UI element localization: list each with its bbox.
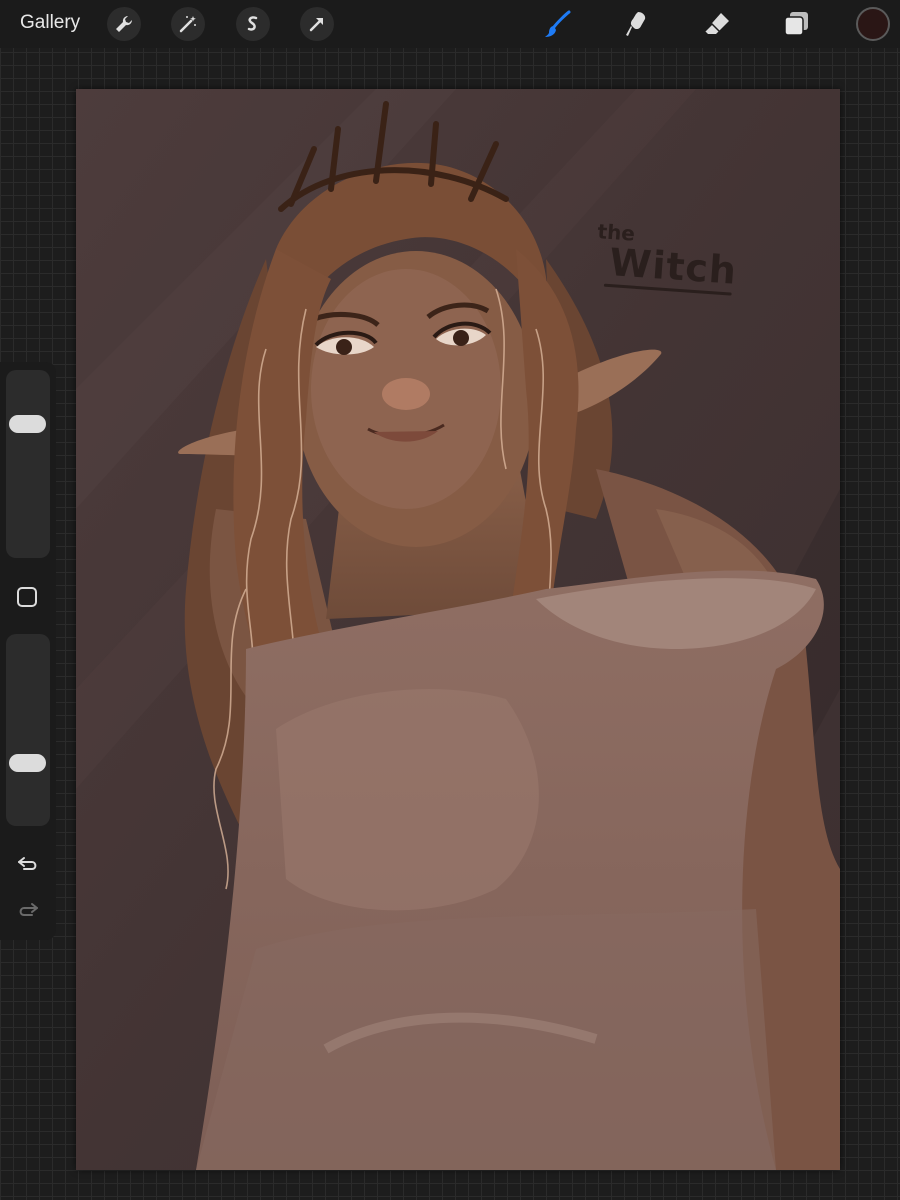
actions-button[interactable] (107, 7, 141, 41)
artwork-title: the Witch (594, 219, 740, 296)
adjustments-button[interactable] (171, 7, 205, 41)
opacity-slider[interactable] (6, 634, 50, 826)
transform-button[interactable] (300, 7, 334, 41)
eraser-button[interactable] (699, 6, 735, 42)
transform-arrow-icon (309, 18, 323, 32)
modify-button[interactable] (17, 587, 37, 607)
opacity-thumb[interactable] (9, 754, 46, 773)
eraser-icon (704, 13, 729, 34)
artwork-title-big: Witch (608, 240, 739, 293)
gallery-button[interactable]: Gallery (20, 12, 80, 34)
smudge-icon (626, 12, 646, 36)
undo-button[interactable] (14, 850, 42, 878)
redo-icon (19, 903, 38, 916)
selection-button[interactable] (236, 7, 270, 41)
layers-icon (784, 12, 808, 36)
top-toolbar: Gallery (0, 0, 900, 48)
wrench-icon (116, 15, 133, 33)
smudge-button[interactable] (619, 6, 655, 42)
left-sidebar (0, 362, 56, 940)
magic-wand-icon (179, 16, 196, 33)
selection-icon (247, 16, 258, 31)
brush-size-thumb[interactable] (9, 414, 46, 433)
brush-size-slider[interactable] (6, 370, 50, 558)
color-swatch[interactable] (856, 7, 890, 41)
undo-icon (18, 857, 37, 870)
drawing-canvas[interactable]: the Witch (76, 89, 840, 1170)
brush-icon (545, 10, 571, 37)
redo-button[interactable] (14, 896, 42, 924)
procreate-app: Gallery the Witch (0, 0, 900, 1200)
brush-button[interactable] (540, 6, 576, 42)
layers-button[interactable] (778, 6, 814, 42)
